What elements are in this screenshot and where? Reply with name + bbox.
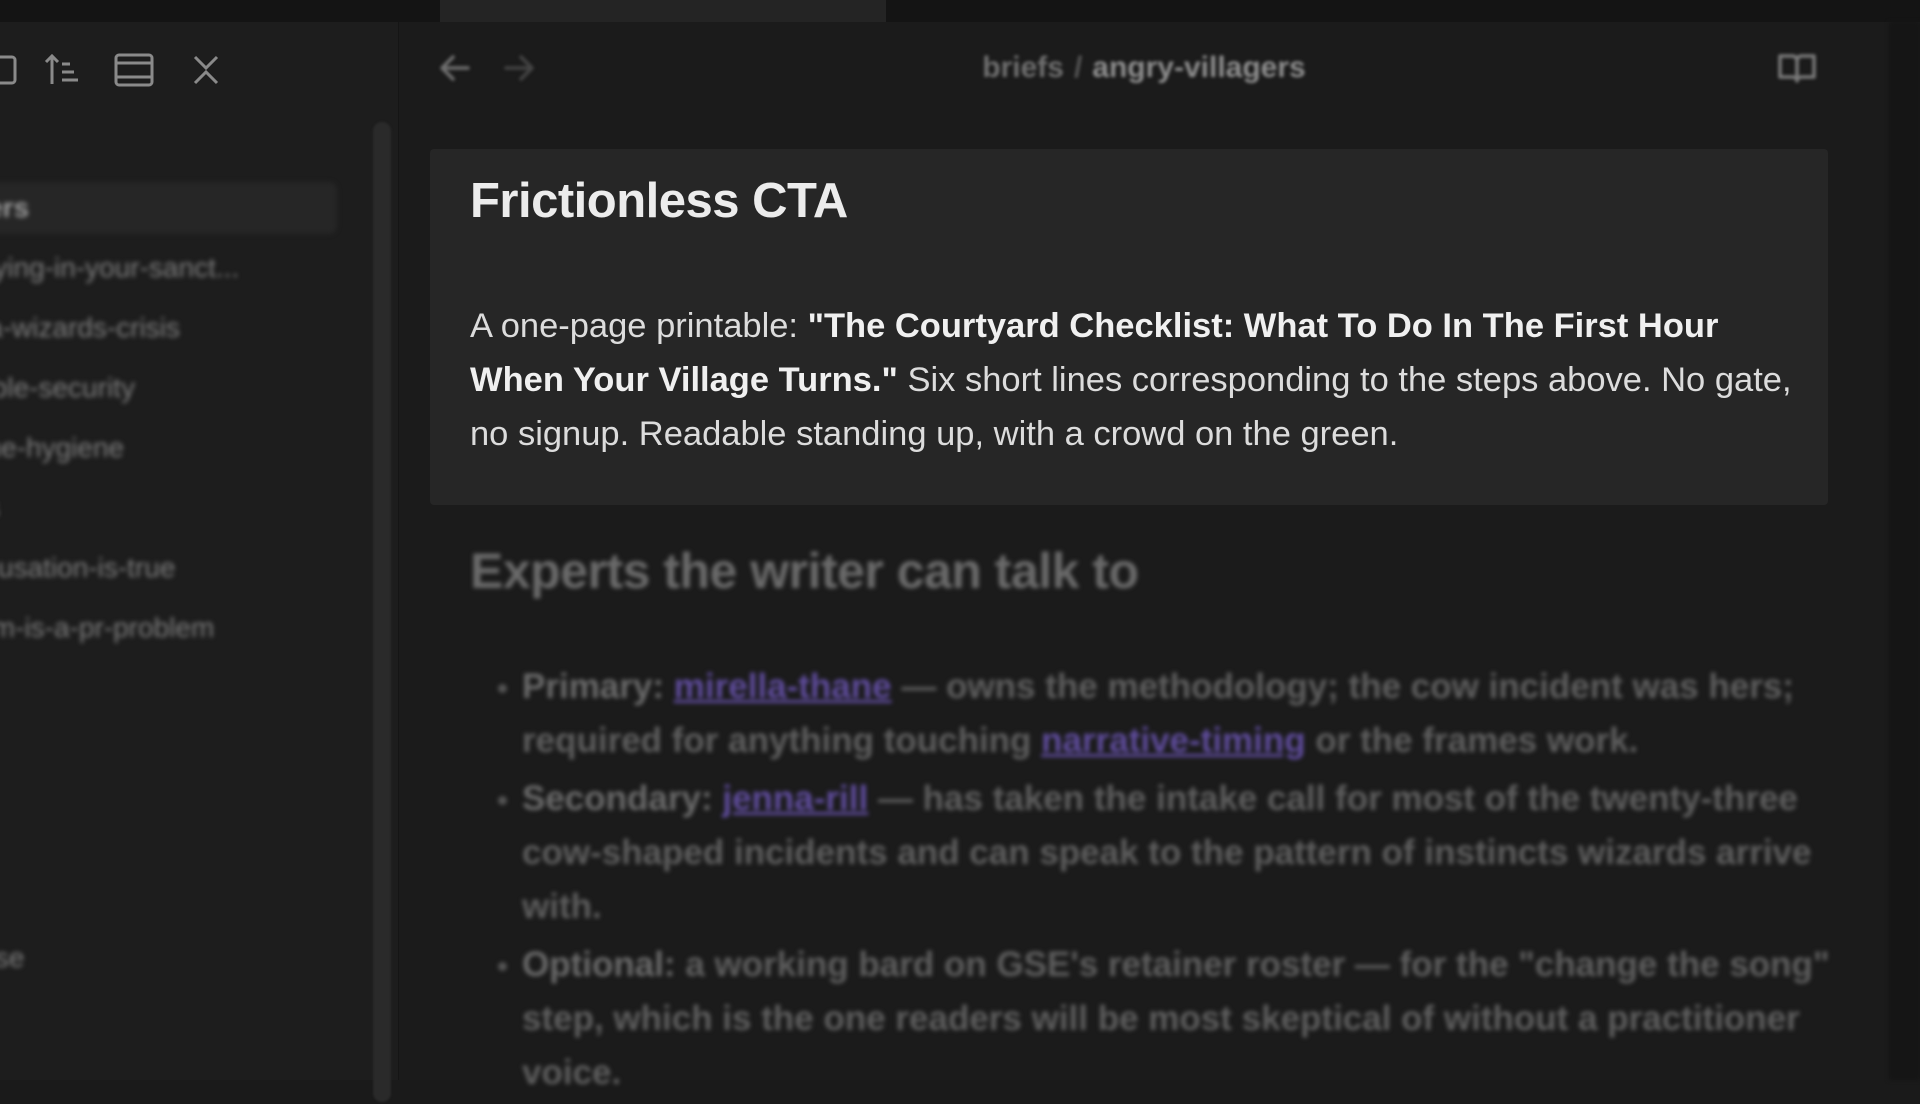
paragraph-intro: A one-page printable: [470, 307, 808, 345]
internal-link[interactable]: narrative-timing [1041, 721, 1306, 760]
file-item[interactable]: n [0, 992, 337, 1044]
file-item-label: crying-in-your-sanct... [0, 252, 240, 283]
sort-icon[interactable] [40, 42, 84, 98]
file-item[interactable]: iable-security [0, 362, 337, 414]
bullet-dot [498, 684, 507, 693]
bullet-label: Secondary: [522, 779, 713, 818]
more-options-icon[interactable] [1833, 36, 1889, 100]
close-icon[interactable] [184, 42, 228, 98]
file-item[interactable]: f-a-wizards-crisis [0, 302, 337, 354]
list-item: Optional: a working bard on GSE's retain… [470, 938, 1850, 1100]
file-item-label: iable-security [0, 372, 135, 403]
tab-strip [0, 0, 1920, 22]
file-item-label: one-hygiene [0, 432, 125, 463]
active-tab[interactable] [440, 0, 886, 22]
file-item-label: lem-is-a-pr-problem [0, 612, 215, 643]
file-item[interactable]: es [0, 482, 337, 534]
file-item-label: r [0, 1052, 337, 1104]
breadcrumb: briefs / angry-villagers [399, 36, 1889, 100]
bullet-text: a working bard on GSE's retainer roster … [522, 945, 1830, 1092]
file-item-active[interactable]: gers [0, 182, 337, 234]
list-item: Secondary: jenna-rill — has taken the in… [470, 772, 1850, 934]
file-item[interactable]: lem-is-a-pr-problem [0, 602, 337, 654]
experts-section: Experts the writer can talk to Primary: … [470, 542, 1870, 1092]
view-header: briefs / angry-villagers [399, 36, 1889, 100]
file-item[interactable]: one-hygiene [0, 422, 337, 474]
file-explorer-sidebar: gers crying-in-your-sanct... f-a-wizards… [0, 22, 399, 1102]
sidebar-scrollbar[interactable] [373, 122, 391, 1102]
focused-block[interactable]: Frictionless CTA A one-page printable: "… [430, 149, 1828, 505]
bullet-label: Primary: [522, 667, 665, 706]
file-item-label: n [0, 992, 337, 1044]
file-item-label: urse [0, 942, 25, 973]
arrow-right-icon[interactable] [491, 36, 547, 100]
right-panel-edge [1889, 22, 1920, 1080]
block-heading: Frictionless CTA [470, 174, 848, 228]
book-open-icon[interactable] [1769, 36, 1825, 100]
bullet-text: or the frames work. [1305, 721, 1639, 760]
bullet-dot [498, 962, 507, 971]
block-paragraph: A one-page printable: "The Courtyard Che… [470, 299, 1810, 461]
bullet-dot [498, 796, 507, 805]
file-item[interactable]: urse [0, 932, 337, 984]
breadcrumb-parent[interactable]: briefs [982, 51, 1064, 84]
file-item-label: gers [0, 192, 30, 223]
arrow-left-icon[interactable] [427, 36, 483, 100]
internal-link[interactable]: mirella-thane [674, 667, 892, 706]
file-item[interactable]: r [0, 1052, 337, 1104]
list-item: Primary: mirella-thane — owns the method… [470, 660, 1850, 768]
internal-link[interactable]: jenna-rill [722, 779, 868, 818]
editor-pane: briefs / angry-villagers Frictionless CTA … [399, 22, 1889, 1092]
experts-heading: Experts the writer can talk to [470, 543, 1139, 599]
bullet-label: Optional: [522, 945, 676, 984]
breadcrumb-current[interactable]: angry-villagers [1092, 51, 1305, 84]
sidebar-toolbar [0, 42, 398, 98]
file-item-label: ccusation-is-true [0, 552, 176, 583]
new-note-icon[interactable] [0, 42, 30, 98]
experts-list: Primary: mirella-thane — owns the method… [470, 660, 1850, 1104]
file-item-label: es [0, 482, 337, 534]
collapse-all-icon[interactable] [112, 42, 156, 98]
file-item[interactable]: ccusation-is-true [0, 542, 337, 594]
bullet-text: — has taken the intake call for most of … [522, 779, 1812, 926]
file-item-label: f-a-wizards-crisis [0, 312, 180, 343]
file-item[interactable]: crying-in-your-sanct... [0, 242, 337, 294]
breadcrumb-separator: / [1073, 51, 1083, 84]
